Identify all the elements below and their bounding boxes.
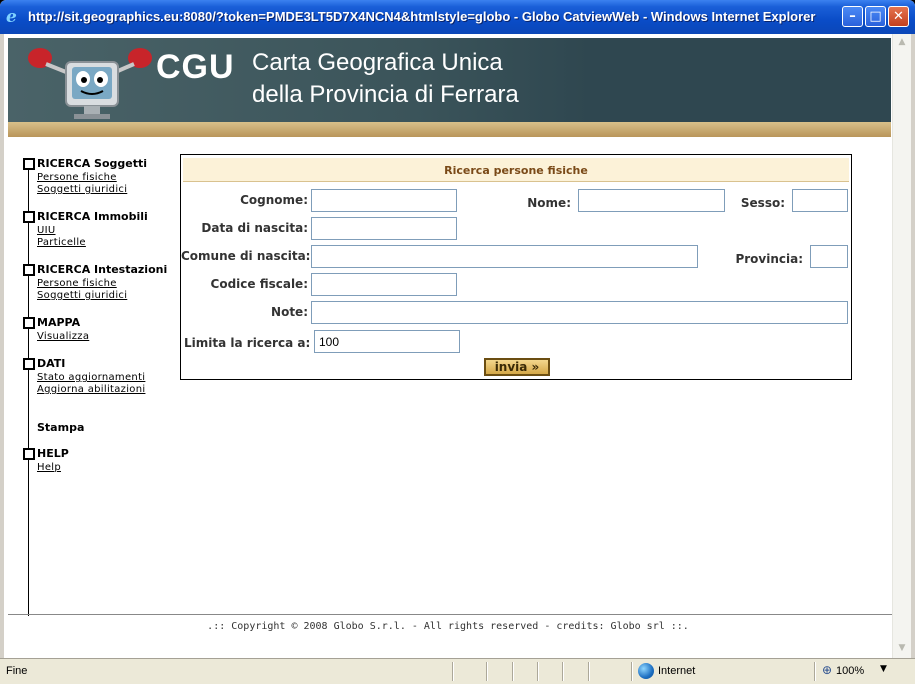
provincia-input[interactable] — [810, 245, 848, 268]
banner-title-line2: della Provincia di Ferrara — [252, 81, 519, 108]
link-mappa-visualizza[interactable]: Visualizza — [37, 331, 89, 342]
menu-title: HELP — [37, 447, 69, 460]
menu-box-icon — [23, 448, 35, 460]
note-input[interactable] — [311, 301, 848, 324]
codice-fiscale-input[interactable] — [311, 273, 457, 296]
link-immobili-particelle[interactable]: Particelle — [37, 237, 86, 248]
label-cognome: Cognome: — [240, 193, 308, 207]
menu-title: Stampa — [37, 421, 85, 434]
menu-box-icon — [23, 158, 35, 170]
label-comune-nascita: Comune di nascita: — [181, 249, 311, 263]
minimize-button[interactable]: – — [842, 6, 863, 27]
ie-icon: e — [6, 7, 17, 27]
label-sesso: Sesso: — [740, 196, 785, 210]
link-intestazioni-soggetti-giuridici[interactable]: Soggetti giuridici — [37, 290, 127, 301]
label-nome: Nome: — [527, 196, 571, 210]
link-dati-stato-aggiornamenti[interactable]: Stato aggiornamenti — [37, 372, 145, 383]
browser-window: e http://sit.geographics.eu:8080/?token=… — [0, 0, 915, 684]
footer-copyright: .:: Copyright © 2008 Globo S.r.l. - All … — [207, 621, 689, 632]
menu-box-icon — [23, 317, 35, 329]
panel-header: Ricerca persone fisiche — [183, 158, 849, 182]
label-data-nascita: Data di nascita: — [201, 221, 308, 235]
zoom-icon[interactable]: ⊕ — [822, 663, 832, 677]
globe-icon — [638, 663, 654, 679]
cognome-input[interactable] — [311, 189, 457, 212]
menu-title: DATI — [37, 357, 66, 370]
comune-nascita-input[interactable] — [311, 245, 698, 268]
title-bar[interactable]: e http://sit.geographics.eu:8080/?token=… — [0, 0, 915, 34]
vertical-scrollbar[interactable]: ▲ ▼ — [892, 34, 911, 658]
scroll-down-icon[interactable]: ▼ — [893, 640, 911, 657]
label-note: Note: — [271, 305, 308, 319]
status-bar: Fine Internet ⊕ 100% ▼ — [0, 658, 915, 684]
menu-box-icon — [23, 264, 35, 276]
page-viewport: CGU Carta Geografica Unica della Provinc… — [4, 34, 892, 658]
sesso-input[interactable] — [792, 189, 848, 212]
data-nascita-input[interactable] — [311, 217, 457, 240]
close-button[interactable]: ✕ — [888, 6, 909, 27]
limita-input[interactable] — [314, 330, 460, 353]
zoom-level[interactable]: 100% — [836, 665, 864, 677]
link-soggetti-soggetti-giuridici[interactable]: Soggetti giuridici — [37, 184, 127, 195]
menu-title: RICERCA Soggetti — [37, 157, 148, 170]
nome-input[interactable] — [578, 189, 725, 212]
link-immobili-uiu[interactable]: UIU — [37, 225, 56, 236]
chevron-down-icon[interactable]: ▼ — [880, 664, 887, 674]
status-text: Fine — [6, 665, 28, 677]
link-dati-aggiorna-abilitazioni[interactable]: Aggiorna abilitazioni — [37, 384, 145, 395]
menu-title: RICERCA Immobili — [37, 210, 148, 223]
menu-title: RICERCA Intestazioni — [37, 263, 168, 276]
label-codice-fiscale: Codice fiscale: — [210, 277, 308, 291]
header-banner: CGU Carta Geografica Unica della Provinc… — [8, 38, 891, 122]
search-form-panel: Ricerca persone fisiche Cognome: Nome: S… — [180, 154, 852, 380]
menu-box-icon — [23, 358, 35, 370]
menu-box-icon — [23, 211, 35, 223]
footer-divider — [8, 614, 892, 615]
link-help[interactable]: Help — [37, 462, 61, 473]
link-intestazioni-persone-fisiche[interactable]: Persone fisiche — [37, 278, 117, 289]
banner-title-line1: Carta Geografica Unica — [252, 49, 503, 76]
menu-title: MAPPA — [37, 316, 81, 329]
security-zone: Internet — [658, 665, 696, 677]
panel-title: Ricerca persone fisiche — [444, 164, 588, 177]
invia-button[interactable]: invia » — [484, 358, 550, 376]
window-title: http://sit.geographics.eu:8080/?token=PM… — [28, 9, 816, 24]
label-provincia: Provincia: — [735, 252, 803, 266]
logo-text: CGU — [156, 48, 235, 86]
scroll-up-icon[interactable]: ▲ — [893, 34, 911, 51]
sidebar-divider — [28, 159, 29, 616]
label-limita: Limita la ricerca a: — [184, 336, 311, 350]
header-gold-bar — [8, 122, 891, 137]
maximize-button[interactable]: □ — [865, 6, 886, 27]
link-soggetti-persone-fisiche[interactable]: Persone fisiche — [37, 172, 117, 183]
mascot-icon — [28, 48, 152, 119]
